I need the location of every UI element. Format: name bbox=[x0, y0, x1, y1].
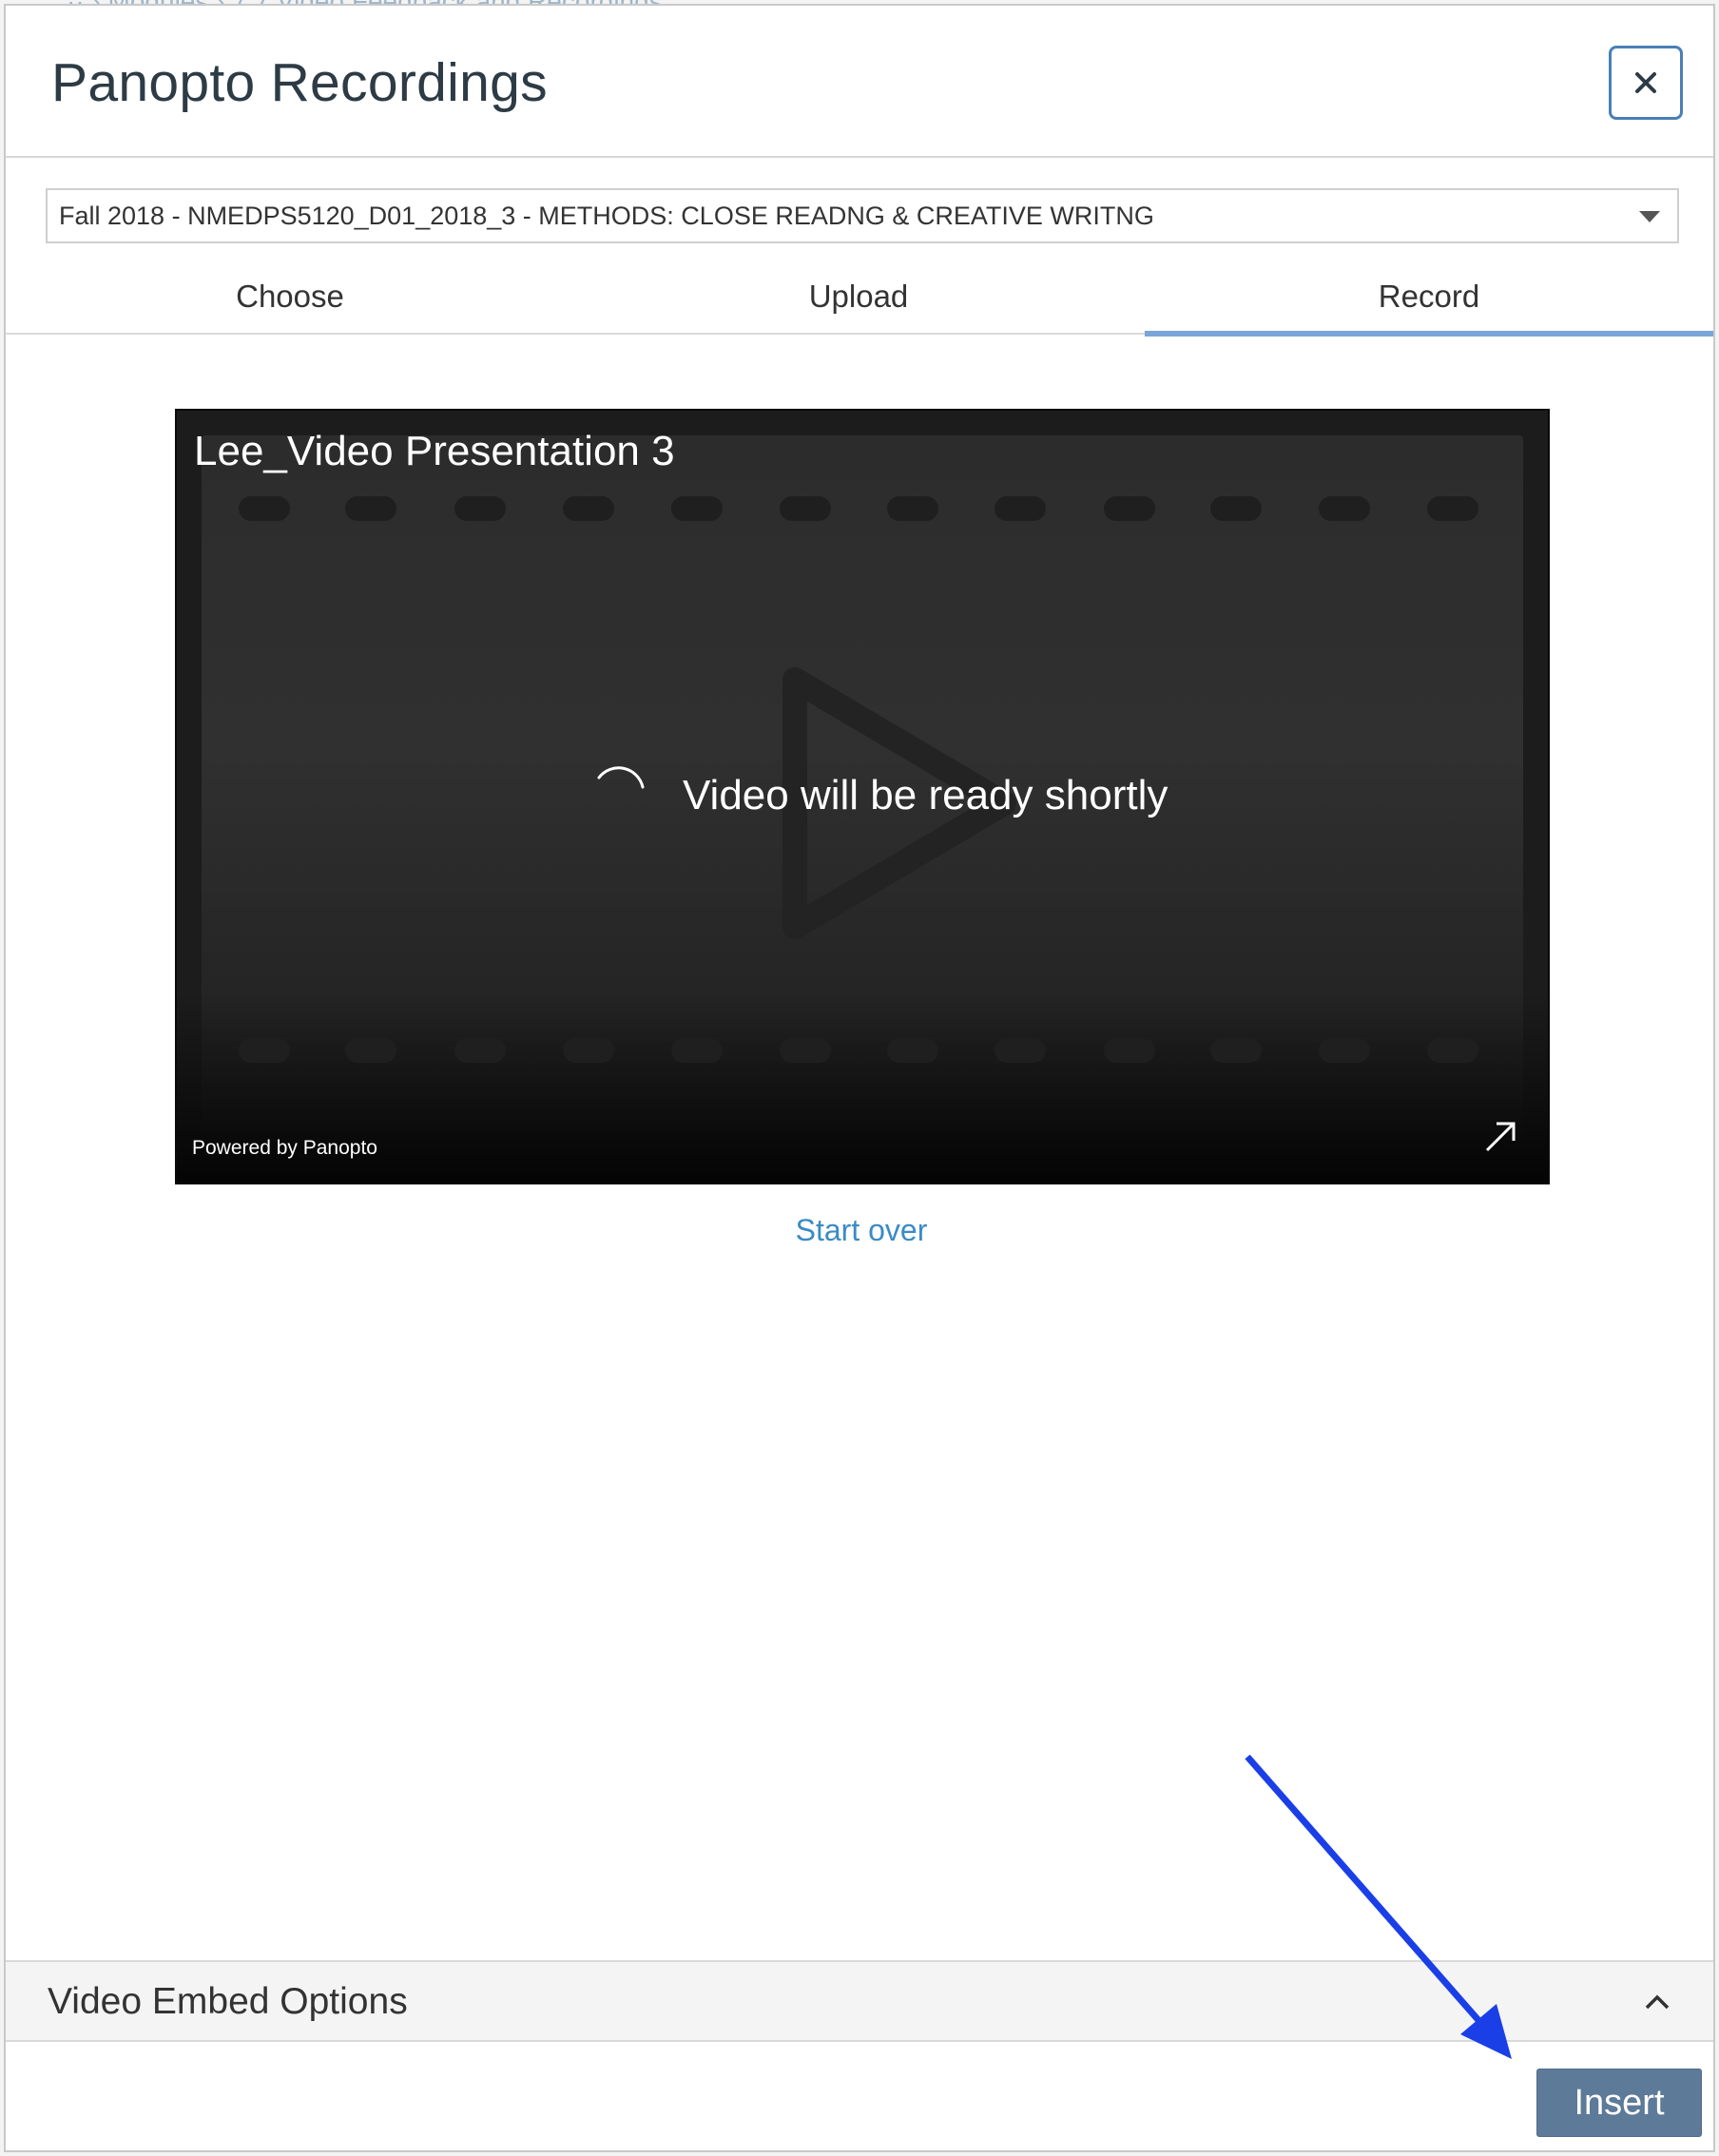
player-gradient bbox=[177, 992, 1548, 1183]
film-sprocket-hole bbox=[1426, 496, 1478, 521]
film-sprocket-hole bbox=[345, 1038, 397, 1063]
insert-button[interactable]: Insert bbox=[1536, 2069, 1702, 2137]
close-icon bbox=[1635, 72, 1656, 93]
film-sprocket-hole bbox=[454, 1038, 507, 1063]
dialog-header: Panopto Recordings bbox=[6, 6, 1713, 158]
video-player[interactable]: Lee_Video Presentation 3 Video will be r… bbox=[175, 409, 1550, 1184]
film-sprocket-hole bbox=[670, 496, 723, 521]
annotation-arrow-icon bbox=[1245, 1754, 1512, 2059]
film-sprocket-hole bbox=[238, 1038, 290, 1063]
film-sprocket-hole bbox=[1103, 496, 1155, 521]
tab-choose[interactable]: Choose bbox=[6, 272, 574, 335]
tab-upload[interactable]: Upload bbox=[574, 272, 1143, 335]
film-sprocket-hole bbox=[887, 1038, 939, 1063]
embed-options-label: Video Embed Options bbox=[48, 1981, 408, 2022]
dialog-title: Panopto Recordings bbox=[51, 52, 548, 113]
caret-down-icon bbox=[1639, 211, 1660, 222]
tab-record[interactable]: Record bbox=[1145, 272, 1713, 337]
film-sprocket-hole bbox=[1318, 1038, 1370, 1063]
film-sprocket-hole bbox=[1210, 1038, 1263, 1063]
video-status: Video will be ready shortly bbox=[683, 772, 1169, 818]
start-over-link[interactable]: Start over bbox=[6, 1213, 1717, 1248]
tab-bar: Choose Upload Record bbox=[6, 272, 1713, 337]
film-sprocket-hole bbox=[1426, 1038, 1478, 1063]
film-sprocket-hole bbox=[1210, 496, 1263, 521]
open-external-icon[interactable] bbox=[1481, 1118, 1519, 1156]
loading-spinner-icon bbox=[597, 766, 645, 789]
powered-by-label: Powered by Panopto bbox=[192, 1137, 377, 1159]
film-sprocket-hole bbox=[1318, 496, 1370, 521]
course-select-value: Fall 2018 - NMEDPS5120_D01_2018_3 - METH… bbox=[59, 201, 1154, 230]
film-sprocket-hole bbox=[994, 1038, 1046, 1063]
film-sprocket-hole bbox=[563, 496, 615, 521]
film-sprocket-hole bbox=[670, 1038, 723, 1063]
film-sprocket-hole bbox=[454, 496, 507, 521]
film-sprocket-hole bbox=[779, 1038, 831, 1063]
film-sprocket-hole bbox=[563, 1038, 615, 1063]
close-button[interactable] bbox=[1609, 46, 1683, 120]
film-sprocket-hole bbox=[887, 496, 939, 521]
film-sprocket-hole bbox=[994, 496, 1046, 521]
film-sprocket-hole bbox=[779, 496, 831, 521]
film-sprocket-hole bbox=[238, 496, 290, 521]
chevron-up-icon bbox=[1645, 1994, 1670, 2010]
course-select[interactable]: Fall 2018 - NMEDPS5120_D01_2018_3 - METH… bbox=[46, 188, 1679, 243]
film-sprocket-hole bbox=[345, 496, 397, 521]
video-title: Lee_Video Presentation 3 bbox=[194, 428, 675, 474]
film-sprocket-hole bbox=[1103, 1038, 1155, 1063]
